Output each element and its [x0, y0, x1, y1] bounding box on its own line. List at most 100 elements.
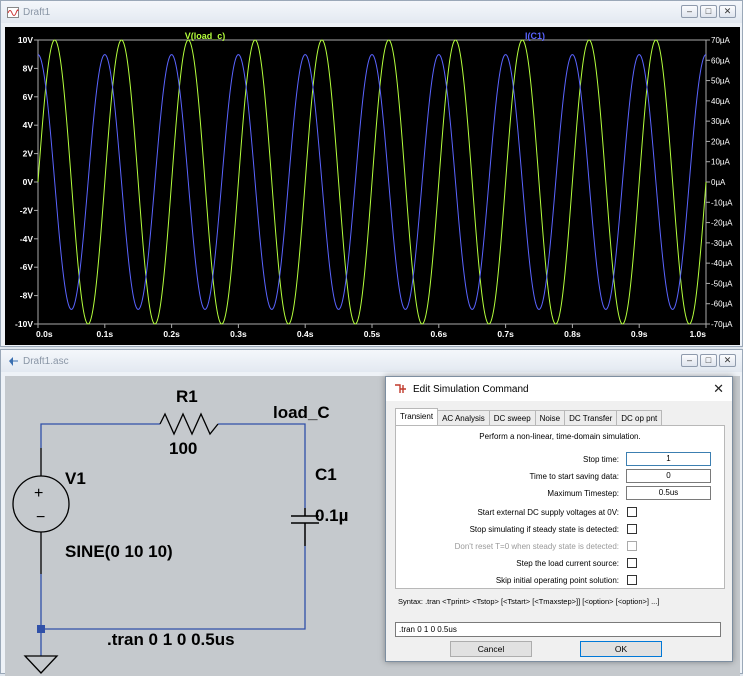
no-reset-checkbox — [627, 541, 637, 551]
right-tick-label: -50µA — [711, 279, 733, 288]
right-tick-label: 50µA — [711, 77, 731, 86]
steady-state-label: Stop simulating if steady state is detec… — [469, 524, 619, 534]
analysis-tabs: Transient AC Analysis DC sweep Noise DC … — [395, 408, 663, 425]
x-tick-label: 0.9s — [631, 329, 648, 339]
stop-time-input[interactable]: 1 — [626, 452, 711, 466]
close-button[interactable]: ✕ — [719, 354, 736, 367]
tab-dc-sweep[interactable]: DC sweep — [488, 410, 536, 425]
start-dc-zero-label: Start external DC supply voltages at 0V: — [477, 507, 619, 517]
right-tick-label: -40µA — [711, 259, 733, 268]
left-tick-label: 4V — [23, 120, 34, 130]
left-tick-label: -10V — [15, 319, 33, 329]
syntax-text: Syntax: .tran <Tprint> <Tstop> [<Tstart>… — [398, 597, 660, 606]
left-tick-label: 2V — [23, 149, 34, 159]
command-input[interactable]: .tran 0 1 0 0.5us — [395, 622, 721, 637]
x-tick-label: 0.8s — [564, 329, 581, 339]
start-saving-label: Time to start saving data: — [529, 471, 619, 481]
left-tick-label: -4V — [20, 234, 34, 244]
tab-dc-op-pnt[interactable]: DC op pnt — [616, 410, 663, 425]
r1-name[interactable]: R1 — [176, 387, 198, 406]
right-tick-label: 30µA — [711, 117, 731, 126]
panel-description: Perform a non-linear, time-domain simula… — [479, 432, 641, 441]
x-tick-label: 0.0s — [36, 329, 53, 339]
left-tick-label: 8V — [23, 63, 34, 73]
voltage-source-v1[interactable]: + − — [12, 448, 70, 574]
simulation-icon — [395, 384, 406, 393]
tab-ac-analysis[interactable]: AC Analysis — [437, 410, 490, 425]
net-label-load-c[interactable]: load_C — [273, 403, 330, 422]
schematic-window-titlebar[interactable]: Draft1.asc – □ ✕ — [1, 350, 742, 372]
step-load-label: Step the load current source: — [516, 558, 619, 568]
tran-directive[interactable]: .tran 0 1 0 0.5us — [107, 630, 235, 649]
stop-time-label: Stop time: — [582, 454, 619, 464]
ground-symbol[interactable] — [23, 655, 59, 674]
svg-text:−: − — [36, 509, 45, 526]
close-button[interactable]: ✕ — [719, 5, 736, 18]
skip-op-label: Skip initial operating point solution: — [495, 575, 619, 585]
max-timestep-label: Maximum Timestep: — [547, 488, 619, 498]
waveform-window: Draft1 – □ ✕ 10V 8V 6V 4V 2V 0V -2V -4V -6V -8V -1… — [0, 0, 743, 347]
left-tick-label: 6V — [23, 92, 34, 102]
waveform-window-title: Draft1 — [23, 6, 51, 18]
legend-ic1[interactable]: I(C1) — [525, 31, 545, 41]
tab-transient[interactable]: Transient — [395, 408, 439, 425]
right-tick-label: 10µA — [711, 158, 731, 167]
right-tick-label: -10µA — [711, 198, 733, 207]
transient-panel: Perform a non-linear, time-domain simula… — [395, 425, 725, 589]
steady-state-checkbox[interactable] — [627, 524, 637, 534]
trace-vload[interactable] — [37, 39, 707, 325]
x-tick-label: 1.0s — [689, 329, 706, 339]
right-tick-label: -60µA — [711, 300, 733, 309]
schematic-window-title: Draft1.asc — [23, 355, 69, 367]
x-tick-label: 0.2s — [163, 329, 180, 339]
cancel-button[interactable]: Cancel — [450, 641, 532, 657]
right-tick-label: -20µA — [711, 219, 733, 228]
waveform-icon — [7, 6, 19, 18]
right-tick-label: 0µA — [711, 178, 726, 187]
close-icon[interactable]: ✕ — [713, 381, 724, 397]
tab-dc-transfer[interactable]: DC Transfer — [564, 410, 618, 425]
c1-value[interactable]: 0.1µ — [315, 506, 348, 525]
left-tick-label: -2V — [20, 205, 34, 215]
right-tick-label: 70µA — [711, 36, 731, 45]
node-dot — [37, 625, 45, 633]
maximize-button[interactable]: □ — [700, 354, 717, 367]
schematic-icon — [9, 356, 18, 366]
x-tick-label: 0.4s — [297, 329, 314, 339]
waveform-window-titlebar[interactable]: Draft1 – □ ✕ — [1, 1, 742, 23]
minimize-button[interactable]: – — [681, 5, 698, 18]
x-tick-label: 0.7s — [497, 329, 514, 339]
dialog-title: Edit Simulation Command — [413, 383, 529, 395]
max-timestep-input[interactable]: 0.5us — [626, 486, 711, 500]
x-tick-label: 0.3s — [230, 329, 247, 339]
right-tick-label: 40µA — [711, 97, 731, 106]
left-tick-label: -8V — [20, 291, 34, 301]
dialog-titlebar[interactable]: Edit Simulation Command ✕ — [386, 377, 732, 401]
v1-value[interactable]: SINE(0 10 10) — [65, 542, 173, 561]
x-tick-label: 0.6s — [431, 329, 448, 339]
right-tick-label: -70µA — [711, 320, 733, 329]
wire-top-left[interactable] — [40, 423, 160, 448]
left-tick-label: 10V — [18, 35, 33, 45]
wire-top-right[interactable] — [218, 423, 306, 508]
legend-vload[interactable]: V(load_c) — [185, 31, 226, 41]
waveform-plot[interactable]: 10V 8V 6V 4V 2V 0V -2V -4V -6V -8V -10V 70µA 60µA 50µ… — [5, 27, 740, 345]
step-load-checkbox[interactable] — [627, 558, 637, 568]
r1-value[interactable]: 100 — [169, 439, 197, 458]
tab-noise[interactable]: Noise — [534, 410, 566, 425]
x-tick-label: 0.1s — [97, 329, 114, 339]
maximize-button[interactable]: □ — [700, 5, 717, 18]
left-tick-label: 0V — [23, 177, 34, 187]
skip-op-checkbox[interactable] — [627, 575, 637, 585]
no-reset-label: Don't reset T=0 when steady state is det… — [454, 541, 619, 551]
right-tick-label: -30µA — [711, 239, 733, 248]
start-saving-input[interactable]: 0 — [626, 469, 711, 483]
start-dc-zero-checkbox[interactable] — [627, 507, 637, 517]
v1-name[interactable]: V1 — [65, 469, 86, 488]
ok-button[interactable]: OK — [580, 641, 662, 657]
right-tick-label: 60µA — [711, 56, 731, 65]
resistor-r1[interactable] — [159, 412, 219, 436]
edit-simulation-dialog: Edit Simulation Command ✕ Transient AC A… — [385, 376, 733, 662]
c1-name[interactable]: C1 — [315, 465, 337, 484]
minimize-button[interactable]: – — [681, 354, 698, 367]
